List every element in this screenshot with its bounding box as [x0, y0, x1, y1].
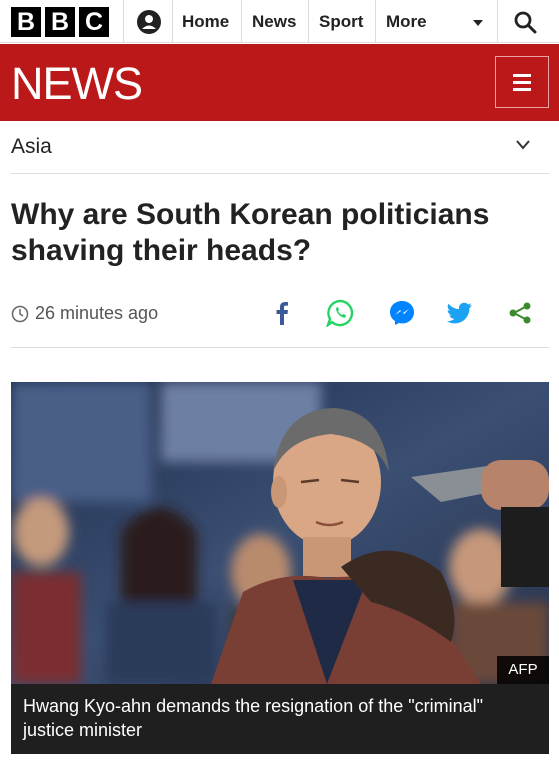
messenger-icon [390, 301, 414, 325]
divider [123, 0, 124, 43]
share-messenger[interactable] [387, 298, 417, 328]
menu-button[interactable] [495, 56, 549, 108]
logo-letter: B [45, 7, 75, 37]
bbc-logo[interactable]: B B C [11, 7, 109, 37]
nav-home[interactable]: Home [182, 0, 229, 43]
divider [375, 0, 376, 43]
hamburger-menu-icon [513, 73, 531, 77]
hamburger-menu-icon [513, 87, 531, 91]
news-title[interactable]: NEWS [11, 58, 143, 110]
image-credit: AFP [497, 656, 549, 684]
share-icon [509, 302, 531, 324]
nav-more[interactable]: More [386, 0, 427, 43]
account-button[interactable] [129, 0, 169, 43]
logo-letter: B [11, 7, 41, 37]
image-caption: Hwang Kyo-ahn demands the resignation of… [11, 684, 549, 754]
article-meta: 26 minutes ago [11, 296, 549, 348]
facebook-icon [276, 302, 288, 325]
article-image[interactable]: AFP [11, 382, 549, 684]
divider [308, 0, 309, 43]
chevron-down-icon[interactable] [472, 19, 484, 27]
top-bar: B B C Home News Sport More [0, 0, 559, 43]
clock-icon [11, 305, 29, 322]
twitter-icon [447, 302, 472, 324]
section-label: Asia [11, 135, 52, 158]
article-headline: Why are South Korean politicians shaving… [11, 198, 490, 267]
account-icon [137, 9, 161, 34]
share-generic[interactable] [505, 298, 535, 328]
divider [172, 0, 173, 43]
nav-sport[interactable]: Sport [319, 0, 363, 43]
nav-news[interactable]: News [252, 0, 296, 43]
share-facebook[interactable] [267, 298, 297, 328]
hamburger-menu-icon [513, 80, 531, 84]
section-selector[interactable]: Asia [11, 121, 549, 174]
timestamp-text: 26 minutes ago [35, 303, 159, 323]
whatsapp-icon [326, 299, 354, 327]
logo-letter: C [79, 7, 109, 37]
share-twitter[interactable] [445, 298, 475, 328]
divider [497, 0, 498, 43]
news-banner: NEWS [0, 44, 559, 121]
search-icon [514, 11, 537, 33]
chevron-down-icon[interactable] [515, 139, 531, 151]
photo-illustration [11, 382, 549, 684]
divider [241, 0, 242, 43]
share-whatsapp[interactable] [325, 298, 355, 328]
timestamp: 26 minutes ago [11, 303, 158, 324]
search-button[interactable] [500, 0, 550, 43]
